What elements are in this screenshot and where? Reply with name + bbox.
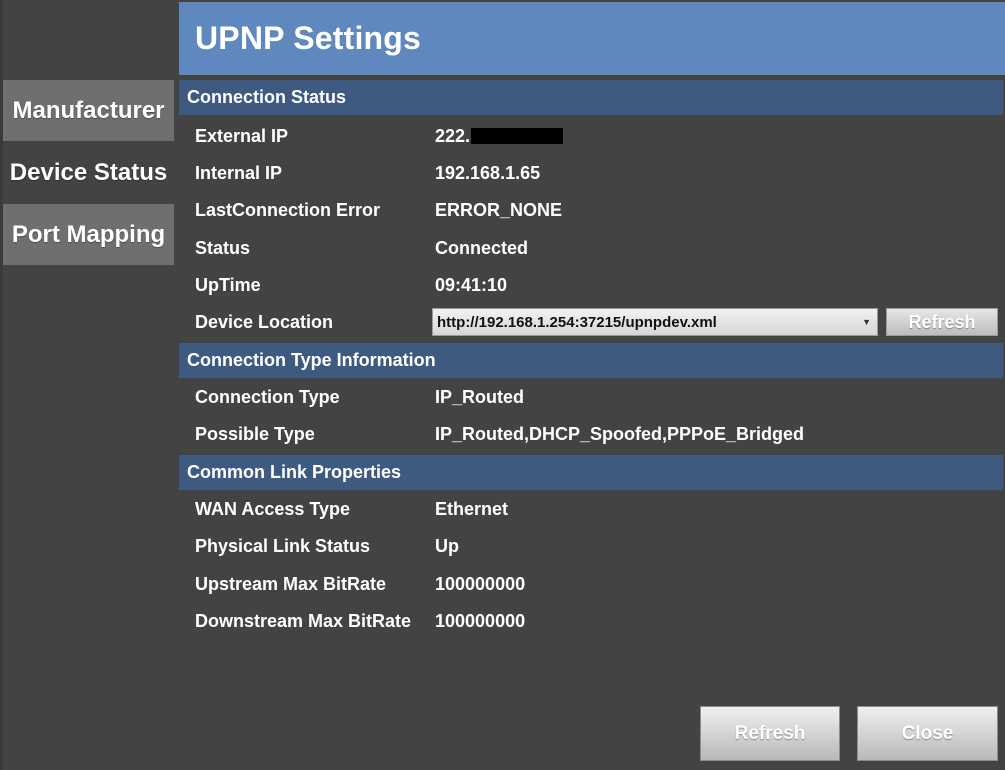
device-location-select[interactable]: http://192.168.1.254:37215/upnpdev.xml ▼ xyxy=(432,308,878,336)
row-label: UpTime xyxy=(195,275,261,295)
close-button[interactable]: Close xyxy=(857,706,998,761)
row-device-location: Device Location http://192.168.1.254:372… xyxy=(179,304,1003,341)
row-value: Connected xyxy=(435,238,529,258)
row-label: External IP xyxy=(195,126,289,146)
section-link-properties: Common Link Properties xyxy=(179,455,1003,490)
tab-manufacturer[interactable]: Manufacturer xyxy=(3,80,174,141)
dialog-header: UPNP Settings xyxy=(179,2,1005,75)
row-downstream-max-bitrate: Downstream Max BitRate 100000000 xyxy=(179,603,1003,640)
row-value: IP_Routed,DHCP_Spoofed,PPPoE_Bridged xyxy=(435,424,805,444)
row-label: Downstream Max BitRate xyxy=(195,611,412,631)
tab-port-mapping[interactable]: Port Mapping xyxy=(3,204,174,265)
row-value: 100000000 xyxy=(435,611,526,631)
select-value: http://192.168.1.254:37215/upnpdev.xml xyxy=(437,313,717,331)
row-value: ERROR_NONE xyxy=(435,200,563,220)
row-label: Upstream Max BitRate xyxy=(195,574,387,594)
row-label: Device Location xyxy=(195,312,334,332)
tab-device-status[interactable]: Device Status xyxy=(3,142,174,203)
row-label: Possible Type xyxy=(195,424,315,444)
row-value: 192.168.1.65 xyxy=(435,163,541,183)
row-label: Internal IP xyxy=(195,163,283,183)
row-connection-type: Connection Type IP_Routed xyxy=(179,379,1003,416)
row-value: 222. xyxy=(435,126,564,147)
row-label: Status xyxy=(195,238,251,258)
row-value: 100000000 xyxy=(435,574,526,594)
row-upstream-max-bitrate: Upstream Max BitRate 100000000 xyxy=(179,566,1003,603)
row-label: Connection Type xyxy=(195,387,340,407)
row-value: IP_Routed xyxy=(435,387,525,407)
section-connection-status: Connection Status xyxy=(179,80,1003,115)
row-value: 09:41:10 xyxy=(435,275,508,295)
row-internal-ip: Internal IP 192.168.1.65 xyxy=(179,155,1003,192)
page-title: UPNP Settings xyxy=(195,20,422,56)
redaction-bar xyxy=(471,128,564,145)
location-refresh-button[interactable]: Refresh xyxy=(886,308,998,336)
sidebar: Manufacturer Device Status Port Mapping xyxy=(0,0,176,770)
chevron-down-icon: ▼ xyxy=(862,317,871,327)
row-label: LastConnection Error xyxy=(195,200,381,220)
section-connection-type: Connection Type Information xyxy=(179,343,1003,378)
refresh-button[interactable]: Refresh xyxy=(700,706,840,761)
row-physical-link-status: Physical Link Status Up xyxy=(179,528,1003,565)
row-value: Ethernet xyxy=(435,499,509,519)
row-wan-access-type: WAN Access Type Ethernet xyxy=(179,491,1003,528)
row-value: Up xyxy=(435,536,459,556)
row-status: Status Connected xyxy=(179,230,1003,267)
row-last-connection-error: LastConnection Error ERROR_NONE xyxy=(179,192,1003,229)
row-possible-type: Possible Type IP_Routed,DHCP_Spoofed,PPP… xyxy=(179,416,1003,453)
row-label: Physical Link Status xyxy=(195,536,371,556)
external-ip-value: 222. xyxy=(435,126,471,146)
row-label: WAN Access Type xyxy=(195,499,351,519)
row-external-ip: External IP 222. xyxy=(179,118,1003,155)
row-uptime: UpTime 09:41:10 xyxy=(179,267,1003,304)
